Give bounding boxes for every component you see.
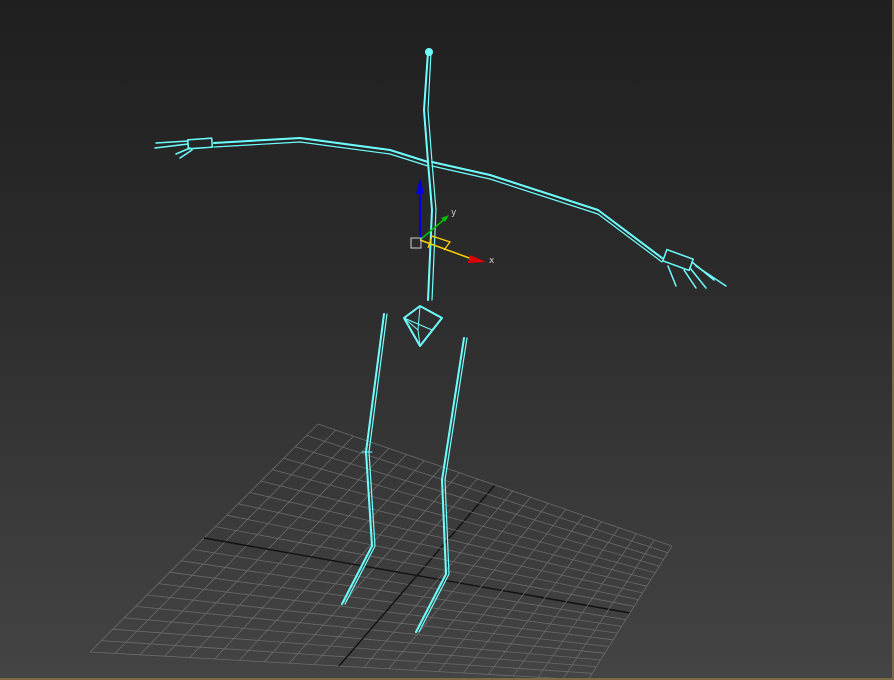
biped-spine[interactable]: [423, 48, 437, 301]
grid-line: [306, 435, 668, 554]
grid-line: [283, 457, 660, 567]
gizmo-x-label: x: [489, 256, 495, 266]
viewport-scene: y x: [89, 48, 727, 680]
biped-pelvis[interactable]: [403, 305, 443, 347]
biped-left-hand[interactable]: [154, 140, 193, 159]
gizmo-x-arrow-icon[interactable]: [468, 255, 486, 263]
perspective-viewport[interactable]: y x: [0, 0, 894, 680]
gizmo-z-arrow-icon[interactable]: [416, 178, 424, 194]
gizmo-y-label: y: [451, 208, 457, 218]
transform-gizmo[interactable]: y x: [410, 178, 495, 266]
home-grid: [89, 423, 673, 680]
biped-left-arm[interactable]: [187, 137, 429, 167]
grid-line: [295, 446, 664, 560]
gizmo-x-axis[interactable]: [419, 239, 473, 260]
biped-right-arm[interactable]: [431, 161, 694, 272]
